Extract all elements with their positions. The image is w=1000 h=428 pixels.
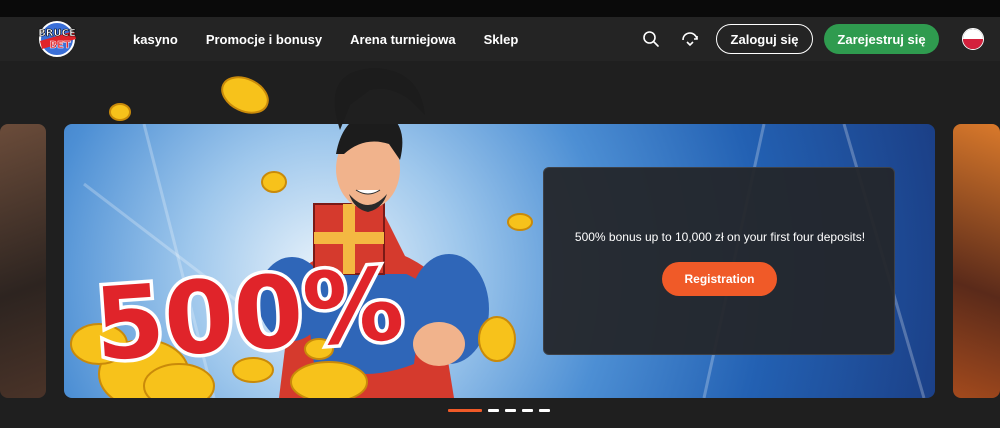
pagination-dot-4[interactable]: [522, 409, 533, 412]
search-button[interactable]: [640, 28, 662, 50]
nav-promotions[interactable]: Promocje i bonusy: [206, 32, 322, 47]
promo-info-box: 500% bonus up to 10,000 zł on your first…: [543, 167, 895, 355]
pagination-dot-1[interactable]: [448, 409, 482, 412]
register-button[interactable]: Zarejestruj się: [824, 24, 939, 54]
pagination-dot-5[interactable]: [539, 409, 550, 412]
nav-tournament-arena[interactable]: Arena turniejowa: [350, 32, 455, 47]
top-strip: [0, 0, 1000, 17]
promo-slider: 500% 500% bonus up to 10,000 zł on your …: [0, 61, 1000, 428]
login-button[interactable]: Zaloguj się: [716, 24, 813, 54]
poland-flag-icon[interactable]: [962, 28, 984, 50]
next-slide-peek[interactable]: [953, 124, 1000, 398]
main-nav: kasyno Promocje i bonusy Arena turniejow…: [133, 17, 518, 61]
pagination-dot-3[interactable]: [505, 409, 516, 412]
previous-slide-peek[interactable]: [0, 124, 46, 398]
transfer-icon: [682, 32, 698, 47]
nav-casino[interactable]: kasyno: [133, 32, 178, 47]
pagination-dot-2[interactable]: [488, 409, 499, 412]
slider-pagination: [448, 409, 550, 412]
search-icon: [643, 31, 659, 47]
bonus-headline: 500%: [91, 245, 407, 383]
registration-button[interactable]: Registration: [662, 262, 777, 296]
site-header: BRUCE BET kasyno Promocje i bonusy Arena…: [0, 17, 1000, 61]
active-slide[interactable]: 500% 500% bonus up to 10,000 zł on your …: [64, 124, 935, 398]
logo-text-bottom: BET: [49, 40, 70, 51]
nav-shop[interactable]: Sklep: [484, 32, 519, 47]
brucebet-logo[interactable]: BRUCE BET: [26, 19, 88, 59]
logo-text-top: BRUCE: [38, 28, 76, 39]
promo-description: 500% bonus up to 10,000 zł on your first…: [574, 230, 866, 244]
transfer-button[interactable]: [679, 28, 701, 50]
